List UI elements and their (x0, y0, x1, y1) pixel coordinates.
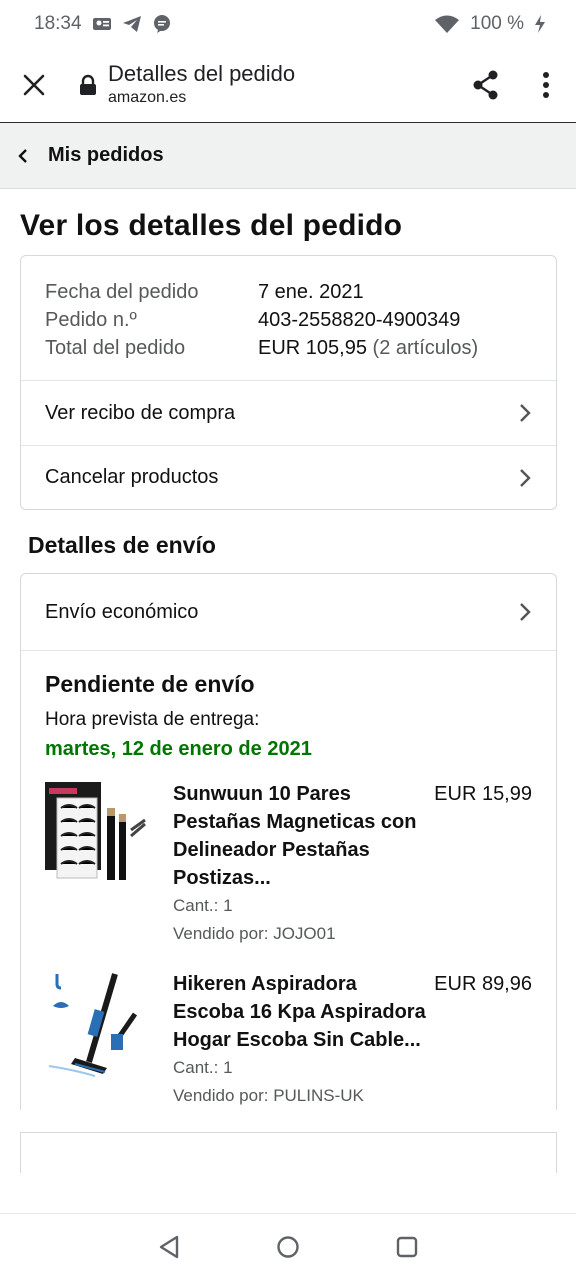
status-time: 18:34 (34, 13, 82, 34)
wifi-icon (435, 15, 460, 33)
battery-percent: 100 % (470, 13, 524, 34)
chevron-left-icon (18, 148, 27, 163)
item-quantity: Cant.: 1 (173, 896, 233, 915)
order-summary-card: Fecha del pedido 7 ene. 2021 Pedido n.º … (20, 255, 557, 510)
shipping-method-label: Envío económico (45, 600, 199, 623)
order-total-value: EUR 105,95 (258, 337, 367, 359)
shipment-group: Pendiente de envío Hora prevista de entr… (21, 650, 556, 1110)
shipping-method-link[interactable]: Envío económico (21, 574, 556, 650)
telegram-icon (122, 16, 141, 32)
order-date-row: Fecha del pedido 7 ene. 2021 (45, 278, 532, 306)
cancel-products-label: Cancelar productos (45, 466, 219, 488)
order-item[interactable]: Hikeren Aspiradora Escoba 16 Kpa Aspirad… (45, 970, 532, 1110)
item-info: Sunwuun 10 Pares Pestañas Magneticas con… (173, 780, 432, 948)
status-right: 100 % (434, 13, 546, 35)
view-receipt-link[interactable]: Ver recibo de compra (21, 381, 556, 445)
view-receipt-label: Ver recibo de compra (45, 401, 236, 424)
item-info: Hikeren Aspiradora Escoba 16 Kpa Aspirad… (173, 970, 432, 1110)
chevron-right-icon (520, 404, 531, 422)
page-title: Ver los detalles del pedido (20, 209, 403, 242)
home-circle-icon[interactable] (276, 1235, 300, 1259)
chat-bubble-icon (153, 15, 170, 33)
status-bar: 18:34 100 % (0, 0, 576, 48)
back-triangle-icon[interactable] (158, 1235, 180, 1259)
back-to-orders-link[interactable]: Mis pedidos (0, 123, 576, 189)
browser-domain: amazon.es (108, 89, 187, 106)
item-quantity: Cant.: 1 (173, 1058, 233, 1077)
browser-page-title: Detalles del pedido (108, 61, 296, 86)
order-total-row: Total del pedido EUR 105,95 (2 artículos… (45, 334, 532, 362)
order-total-value-wrap: EUR 105,95 (2 artículos) (258, 334, 478, 362)
status-left: 18:34 (34, 13, 172, 35)
recents-square-icon[interactable] (396, 1236, 418, 1258)
order-summary: Fecha del pedido 7 ene. 2021 Pedido n.º … (21, 256, 556, 381)
order-number-value: 403-2558820-4900349 (258, 309, 461, 331)
order-date-label: Fecha del pedido (45, 281, 199, 303)
battery-charging-icon (535, 15, 545, 33)
lock-icon (80, 74, 96, 95)
eta-label: Hora prevista de entrega: (45, 709, 260, 730)
browser-toolbar: Detalles del pedido amazon.es (0, 48, 576, 123)
vacuum-product-image (48, 973, 138, 1077)
eta-date: martes, 12 de enero de 2021 (45, 738, 312, 760)
order-item[interactable]: Sunwuun 10 Pares Pestañas Magneticas con… (45, 780, 532, 948)
close-icon (23, 74, 45, 96)
item-seller: Vendido por: JOJO01 (173, 924, 336, 943)
url-block[interactable]: Detalles del pedido amazon.es (68, 61, 456, 109)
item-price: EUR 89,96 (434, 973, 532, 995)
product-image-vacuum[interactable] (45, 970, 149, 1082)
order-total-items: (2 artículos) (372, 337, 479, 359)
shipment-status: Pendiente de envío (45, 671, 255, 697)
cancel-products-link[interactable]: Cancelar productos (21, 445, 556, 509)
chevron-right-icon (520, 468, 531, 487)
more-vertical-icon (543, 72, 549, 98)
order-total-label: Total del pedido (45, 337, 186, 359)
product-image-eyelashes[interactable] (45, 780, 149, 892)
item-seller: Vendido por: PULINS-UK (173, 1086, 364, 1105)
shipping-card: Envío económico Pendiente de envío Hora … (20, 573, 557, 1110)
close-button[interactable] (0, 48, 68, 122)
item-price: EUR 15,99 (434, 783, 532, 805)
next-row-partially-visible[interactable] (20, 1132, 557, 1173)
chevron-right-icon (520, 603, 531, 621)
shipping-section-title: Detalles de envío (28, 532, 216, 558)
order-number-label: Pedido n.º (45, 309, 137, 331)
more-options-button[interactable] (516, 48, 576, 122)
notification-contact-icon (92, 18, 111, 30)
eyelashes-product-image (45, 782, 146, 880)
order-date-value: 7 ene. 2021 (258, 281, 364, 303)
item-name[interactable]: Hikeren Aspiradora Escoba 16 Kpa Aspirad… (173, 970, 432, 1054)
system-navigation-bar (0, 1213, 576, 1280)
item-name[interactable]: Sunwuun 10 Pares Pestañas Magneticas con… (173, 780, 432, 892)
share-button[interactable] (456, 48, 516, 122)
back-to-orders-label: Mis pedidos (48, 144, 164, 166)
share-icon (473, 70, 498, 100)
order-number-row: Pedido n.º 403-2558820-4900349 (45, 306, 532, 334)
url-text: Detalles del pedido amazon.es (108, 61, 295, 109)
